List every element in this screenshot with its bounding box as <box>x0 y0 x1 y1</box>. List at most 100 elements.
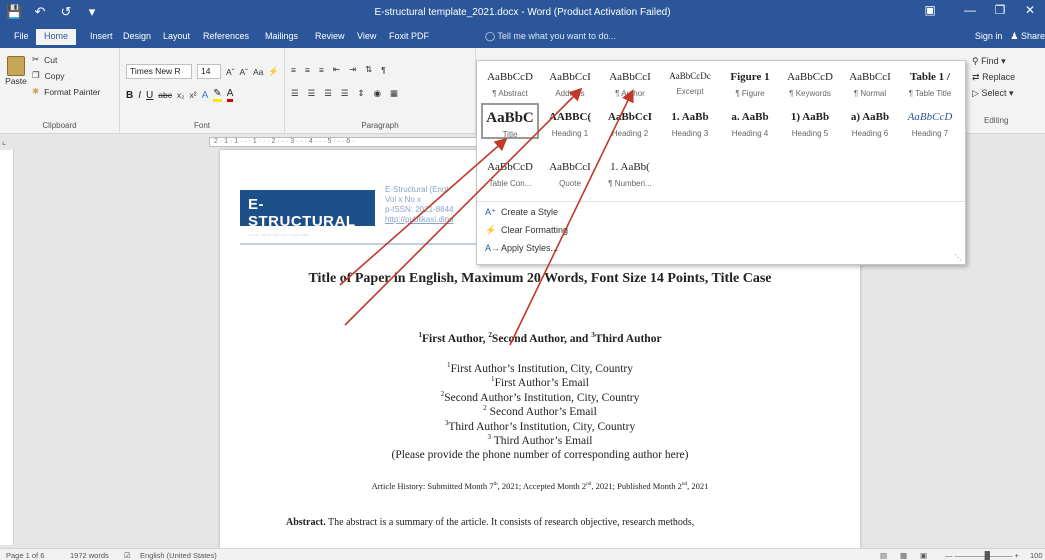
paste-label: Paste <box>5 76 27 86</box>
justify-icon[interactable]: ☰ <box>341 88 349 99</box>
clear-format-icon[interactable]: ⚡ <box>268 66 279 77</box>
italic-icon[interactable]: I <box>138 90 141 101</box>
font-color-icon[interactable]: A <box>226 88 234 102</box>
bullets-icon[interactable]: ≡ <box>291 65 296 75</box>
tab-home[interactable]: Home <box>36 29 77 45</box>
tab-layout[interactable]: Layout <box>163 31 190 41</box>
copy-button[interactable]: ❐ Copy <box>32 70 64 81</box>
style-heading-3[interactable]: 1. AaBb Heading 3 <box>661 103 719 139</box>
create-style-icon: A⁺ <box>485 207 496 217</box>
align-center-icon[interactable]: ☰ <box>308 88 316 99</box>
zoom-slider[interactable]: — ————█——— + <box>945 551 1019 560</box>
language-indicator[interactable]: English (United States) <box>140 551 217 560</box>
decrease-indent-icon[interactable]: ⇤ <box>333 64 340 75</box>
style-author[interactable]: AaBbCcI ¶ Author <box>601 63 659 99</box>
style-table-title[interactable]: Table 1 /¶ Table Title <box>901 63 959 99</box>
print-layout-icon[interactable]: ▦ <box>900 551 907 560</box>
paste-button[interactable]: Paste <box>4 56 28 86</box>
editing-group: ⚲ Find ▾ ⇄ Replace ▷ Select ▾ Editing <box>966 48 1045 134</box>
style-figure[interactable]: Figure 1 ¶ Figure <box>721 63 779 99</box>
style-abstract[interactable]: AaBbCcD ¶ Abstract <box>481 63 539 99</box>
proofing-icon[interactable]: ☑ <box>124 551 131 560</box>
align-right-icon[interactable]: ☰ <box>324 88 332 99</box>
zoom-level[interactable]: 100 <box>1030 551 1043 560</box>
tab-insert[interactable]: Insert <box>90 31 113 41</box>
paper-title[interactable]: Title of Paper in English, Maximum 20 Wo… <box>220 270 860 287</box>
style-quote[interactable]: AaBbCcI Quote <box>541 153 599 189</box>
numbering-icon[interactable]: ≡ <box>305 65 310 75</box>
read-mode-icon[interactable]: ▤ <box>880 551 887 560</box>
font-group-label: Font <box>193 121 210 130</box>
tab-foxit-pdf[interactable]: Foxit PDF <box>389 31 429 41</box>
change-case-button[interactable]: Aa <box>253 67 263 77</box>
line-spacing-icon[interactable]: ⇕ <box>358 88 365 99</box>
select-icon: ▷ <box>972 88 979 98</box>
bold-icon[interactable]: B <box>126 90 133 101</box>
tab-view[interactable]: View <box>357 31 376 41</box>
select-button[interactable]: ▷ Select ▾ <box>972 88 1013 99</box>
increase-indent-icon[interactable]: ⇥ <box>349 64 356 75</box>
header-line: p-ISSN: 2021-8844 <box>385 205 454 214</box>
find-button[interactable]: ⚲ Find ▾ <box>972 56 1006 67</box>
style-heading-5[interactable]: 1) AaBb Heading 5 <box>781 103 839 139</box>
text-effects-icon[interactable]: A <box>202 90 209 101</box>
tab-file[interactable]: File <box>14 31 29 41</box>
style-keywords[interactable]: AaBbCcD ¶ Keywords <box>781 63 839 99</box>
shading-icon[interactable]: ◉ <box>374 88 381 99</box>
style-address[interactable]: AaBbCcI Address <box>541 63 599 99</box>
style-heading-6[interactable]: a) AaBb Heading 6 <box>841 103 899 139</box>
affiliations[interactable]: 1First Author’s Institution, City, Count… <box>220 362 860 463</box>
tab-references[interactable]: References <box>203 31 249 41</box>
minimize-icon[interactable]: — <box>955 3 985 17</box>
show-marks-icon[interactable]: ¶ <box>381 65 386 75</box>
style-heading-1[interactable]: AABBC(Heading 1 <box>541 103 599 139</box>
style-heading-4[interactable]: a. AaBb Heading 4 <box>721 103 779 139</box>
grow-font-icon[interactable]: Aˆ <box>226 67 235 77</box>
strikethrough-icon[interactable]: abc <box>158 90 172 100</box>
abstract-text: The abstract is a summary of the article… <box>325 517 695 528</box>
tab-design[interactable]: Design <box>123 31 151 41</box>
style-excerpt[interactable]: AaBbCcDc Excerpt <box>661 63 719 99</box>
sign-in-link[interactable]: Sign in <box>975 31 1003 42</box>
tab-selector-icon[interactable]: ⌞ <box>2 136 6 147</box>
underline-icon[interactable]: U <box>146 90 153 101</box>
replace-button[interactable]: ⇄ Replace <box>972 72 1015 83</box>
clear-formatting-command[interactable]: ⚡ Clear Formatting <box>485 225 568 235</box>
format-painter-button[interactable]: ✱ Format Painter <box>32 86 100 97</box>
resize-grip-icon[interactable]: ⋱ <box>954 253 962 262</box>
tab-mailings[interactable]: Mailings <box>265 31 298 41</box>
style-numbering[interactable]: 1. AaBb(¶ Numberi... <box>601 153 659 189</box>
vertical-ruler[interactable] <box>0 150 14 545</box>
create-style-command[interactable]: A⁺ Create a Style <box>485 207 558 217</box>
sort-icon[interactable]: ⇅ <box>365 64 372 75</box>
apply-styles-command[interactable]: A→ Apply Styles... <box>485 243 558 253</box>
cut-button[interactable]: ✂ Cut <box>32 54 57 65</box>
web-layout-icon[interactable]: ▣ <box>920 551 927 560</box>
style-normal[interactable]: AaBbCcI ¶ Normal <box>841 63 899 99</box>
multilevel-list-icon[interactable]: ≡ <box>319 65 324 75</box>
shrink-font-icon[interactable]: Aˇ <box>240 67 249 77</box>
align-left-icon[interactable]: ☰ <box>291 88 299 99</box>
close-icon[interactable]: ✕ <box>1015 3 1045 17</box>
style-heading-2[interactable]: AaBbCcI Heading 2 <box>601 103 659 139</box>
page-count[interactable]: Page 1 of 6 <box>6 551 44 560</box>
ribbon-display-options-icon[interactable]: ▣ <box>915 3 945 17</box>
share-button[interactable]: ♟ Share <box>1010 31 1045 42</box>
highlight-icon[interactable]: ✎ <box>213 88 222 102</box>
superscript-icon[interactable]: x² <box>190 90 197 100</box>
borders-icon[interactable]: ▦ <box>390 88 398 99</box>
tab-review[interactable]: Review <box>315 31 345 41</box>
font-name-box[interactable]: Times New R <box>126 64 192 79</box>
style-table-contents[interactable]: AaBbCcD Table Con... <box>481 153 539 189</box>
style-heading-7[interactable]: AaBbCcD Heading 7 <box>901 103 959 139</box>
style-title[interactable]: AaBbC Title <box>481 103 539 139</box>
article-history[interactable]: Article History: Submitted Month 7th, 20… <box>220 481 860 491</box>
abstract-paragraph[interactable]: Abstract. The abstract is a summary of t… <box>286 516 806 529</box>
maximize-icon[interactable]: ❐ <box>985 3 1015 17</box>
subscript-icon[interactable]: x₂ <box>177 90 185 100</box>
apply-styles-label: Apply Styles... <box>501 243 559 253</box>
font-size-box[interactable]: 14 <box>197 64 221 79</box>
word-count[interactable]: 1972 words <box>70 551 109 560</box>
tell-me-search[interactable]: ◯ Tell me what you want to do... <box>485 31 616 42</box>
author-line[interactable]: 1First Author, 2Second Author, and 3Thir… <box>220 332 860 345</box>
